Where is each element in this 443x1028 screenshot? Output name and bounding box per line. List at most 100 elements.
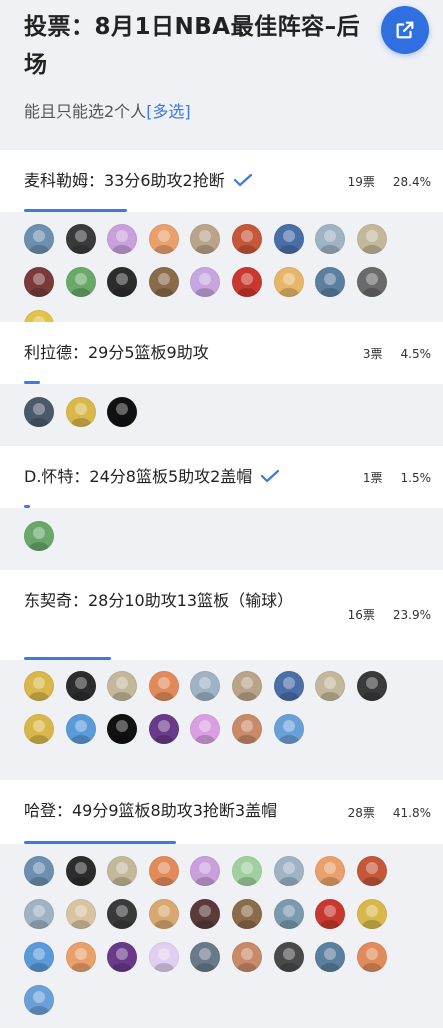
voter-avatar[interactable] (107, 224, 138, 254)
voter-avatar[interactable] (315, 856, 346, 886)
voter-avatar[interactable] (148, 671, 179, 701)
poll-option: D.怀特：24分8篮板5助攻2盖帽 1票 1.5% (0, 446, 443, 551)
poll-option: 麦科勒姆：33分6助攻2抢断 19票 28.4% (0, 150, 443, 340)
voter-avatar[interactable] (315, 899, 346, 929)
voter-avatar[interactable] (273, 856, 304, 886)
voter-avatar[interactable] (148, 942, 179, 972)
voter-avatar[interactable] (24, 521, 54, 551)
option-label-text: D.怀特：24分8篮板5助攻2盖帽 (24, 467, 253, 486)
poll-rule: 能且只能选2个人[多选] (24, 98, 419, 122)
option-label: D.怀特：24分8篮板5助攻2盖帽 (24, 446, 304, 491)
voter-avatar[interactable] (148, 714, 179, 744)
option-card[interactable]: 麦科勒姆：33分6助攻2抢断 19票 28.4% (0, 150, 443, 212)
voter-avatar[interactable] (273, 224, 304, 254)
option-label: 东契奇：28分10助攻13篮板（输球） (24, 570, 299, 614)
option-stats: 19票 28.4% (348, 173, 431, 190)
voter-avatar[interactable] (190, 856, 221, 886)
voter-avatar[interactable] (65, 224, 96, 254)
voter-avatar[interactable] (65, 267, 96, 297)
progress-bar (24, 209, 419, 212)
option-card[interactable]: 利拉德：29分5篮板9助攻 3票 4.5% (0, 322, 443, 384)
vote-count: 19票 (347, 175, 375, 189)
voter-avatar[interactable] (107, 942, 138, 972)
voter-avatar[interactable] (65, 942, 96, 972)
multi-select-link[interactable]: [多选] (146, 102, 191, 121)
voter-avatar[interactable] (24, 224, 54, 254)
voter-avatar[interactable] (148, 224, 179, 254)
voter-avatar[interactable] (65, 899, 96, 929)
progress-fill (24, 209, 128, 212)
voter-avatar[interactable] (315, 267, 346, 297)
voter-avatar[interactable] (231, 267, 262, 297)
voter-avatar[interactable] (190, 714, 221, 744)
voter-avatar[interactable] (231, 224, 262, 254)
voter-avatar[interactable] (65, 856, 96, 886)
voter-avatar[interactable] (107, 267, 138, 297)
voter-avatars (24, 856, 424, 1028)
voter-avatars (24, 397, 424, 440)
option-card[interactable]: D.怀特：24分8篮板5助攻2盖帽 1票 1.5% (0, 446, 443, 508)
voter-avatar[interactable] (148, 267, 179, 297)
voter-avatar[interactable] (190, 671, 221, 701)
option-stats: 16票 23.9% (348, 606, 431, 623)
share-button[interactable] (381, 6, 429, 54)
progress-fill (24, 505, 30, 508)
check-icon (233, 169, 253, 195)
voter-avatar[interactable] (231, 899, 262, 929)
voter-avatar[interactable] (24, 397, 54, 427)
voter-avatar[interactable] (190, 899, 221, 929)
progress-bar (24, 381, 419, 384)
vote-percent: 1.5% (400, 471, 432, 485)
voter-avatar[interactable] (24, 267, 54, 297)
voter-avatar[interactable] (24, 942, 54, 972)
voter-avatar[interactable] (107, 714, 138, 744)
voter-avatar[interactable] (107, 856, 138, 886)
option-card[interactable]: 哈登：49分9篮板8助攻3抢断3盖帽 28票 41.8% (0, 780, 443, 844)
vote-count: 1票 (362, 471, 383, 485)
page-title: 投票：8月1日NBA最佳阵容–后场 (24, 14, 361, 78)
voter-avatar[interactable] (148, 856, 179, 886)
option-label-text: 麦科勒姆：33分6助攻2抢断 (24, 171, 225, 190)
voter-avatar[interactable] (231, 714, 262, 744)
voter-avatar[interactable] (107, 397, 138, 427)
voter-avatar[interactable] (65, 714, 96, 744)
vote-percent: 41.8% (392, 806, 431, 820)
voter-avatar[interactable] (356, 224, 387, 254)
voter-avatar[interactable] (231, 942, 262, 972)
voter-avatar[interactable] (24, 985, 54, 1015)
voter-avatar[interactable] (107, 671, 138, 701)
voter-avatar[interactable] (273, 267, 304, 297)
voter-avatar[interactable] (190, 267, 221, 297)
option-card[interactable]: 东契奇：28分10助攻13篮板（输球） 16票 23.9% (0, 570, 443, 660)
voter-avatar[interactable] (315, 671, 346, 701)
voter-avatar[interactable] (24, 714, 54, 744)
voter-avatar[interactable] (231, 671, 262, 701)
voter-avatar[interactable] (273, 714, 304, 744)
voter-avatar[interactable] (356, 856, 387, 886)
voter-avatar[interactable] (148, 899, 179, 929)
vote-count: 28票 (347, 806, 375, 820)
voter-avatar[interactable] (24, 856, 54, 886)
voter-avatar[interactable] (65, 397, 96, 427)
voter-avatar[interactable] (356, 671, 387, 701)
voter-avatar[interactable] (273, 899, 304, 929)
voter-avatar[interactable] (273, 942, 304, 972)
voter-avatar[interactable] (190, 942, 221, 972)
voter-avatar[interactable] (356, 899, 387, 929)
poll-header: 投票：8月1日NBA最佳阵容–后场 能且只能选2个人[多选] (0, 0, 443, 140)
voter-avatar[interactable] (107, 899, 138, 929)
voter-avatar[interactable] (24, 671, 54, 701)
voter-avatar[interactable] (356, 942, 387, 972)
option-label-text: 东契奇：28分10助攻13篮板（输球） (24, 591, 294, 610)
progress-bar (24, 505, 419, 508)
voter-avatar[interactable] (65, 671, 96, 701)
voter-avatar[interactable] (315, 224, 346, 254)
voter-avatar[interactable] (24, 899, 54, 929)
voter-avatars (24, 521, 424, 564)
voter-avatar[interactable] (356, 267, 387, 297)
voter-avatar[interactable] (190, 224, 221, 254)
voter-avatar[interactable] (273, 671, 304, 701)
vote-count: 16票 (347, 608, 375, 622)
voter-avatar[interactable] (231, 856, 262, 886)
voter-avatar[interactable] (315, 942, 346, 972)
